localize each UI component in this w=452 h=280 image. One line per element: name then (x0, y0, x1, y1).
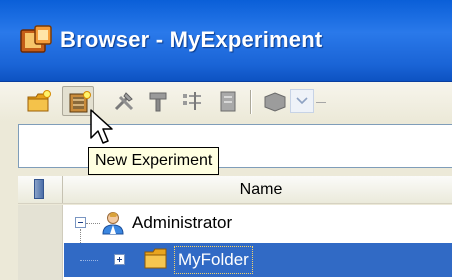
toolbar-grip (316, 102, 326, 103)
module-icon (264, 92, 286, 112)
tree-node-label: MyFolder (174, 246, 253, 274)
toolbar (0, 82, 452, 122)
window-title: Browser - MyExperiment (60, 27, 323, 52)
new-folder-button[interactable] (22, 86, 54, 116)
mouse-cursor-icon (90, 109, 113, 144)
properties-button[interactable] (176, 86, 208, 116)
chevron-down-icon (296, 97, 308, 105)
toolbar-dropdown[interactable] (290, 89, 314, 113)
column-marker-icon (34, 179, 44, 199)
collapse-toggle-icon[interactable] (75, 217, 86, 228)
tree-row-myfolder[interactable]: MyFolder (64, 243, 452, 277)
module-button[interactable] (258, 86, 290, 116)
tree-gutter (18, 205, 63, 280)
tree-connector (80, 260, 98, 261)
column-header-icon-cell[interactable] (18, 176, 63, 203)
expand-toggle-icon[interactable] (114, 254, 125, 265)
column-header-name[interactable]: Name (64, 176, 452, 203)
document-icon (220, 91, 236, 112)
document-button[interactable] (212, 86, 244, 116)
tree-row-administrator[interactable]: Administrator (64, 207, 452, 241)
hammer-button[interactable] (142, 86, 174, 116)
title-bar: Browser - MyExperiment (0, 0, 452, 82)
new-folder-icon (27, 90, 51, 112)
path-field[interactable] (18, 124, 452, 168)
browser-app-icon (18, 24, 54, 56)
folder-icon (144, 248, 167, 269)
tooltip: New Experiment (88, 147, 220, 175)
toolbar-separator (250, 90, 252, 114)
column-header-row: Name (18, 176, 452, 204)
tree-view: Administrator MyFolder (18, 205, 452, 280)
user-icon (102, 212, 124, 235)
properties-icon (183, 92, 201, 110)
hammer-icon (149, 92, 167, 112)
tools-icon (114, 92, 134, 111)
tree-node-label: Administrator (132, 213, 233, 232)
